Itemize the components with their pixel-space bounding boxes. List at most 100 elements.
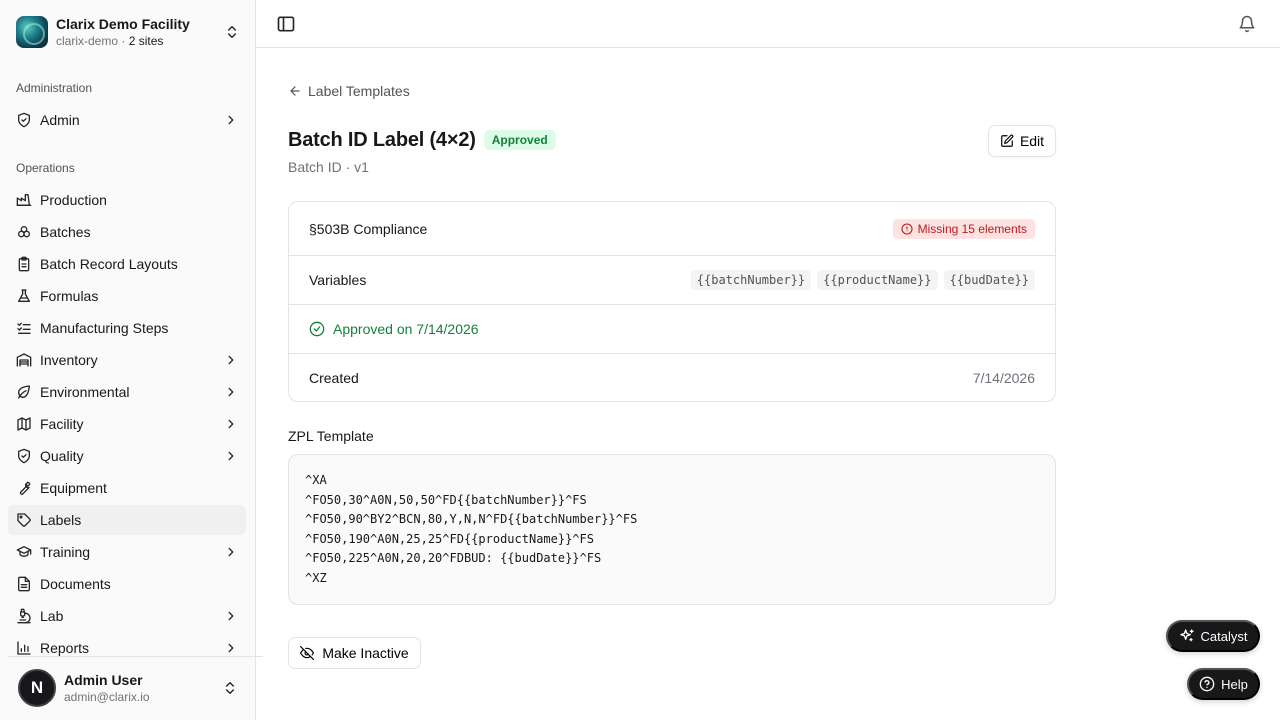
chevrons-up-down-icon: [228, 26, 236, 38]
shield-check-icon: [18, 112, 30, 128]
sidebar-item-documents[interactable]: Documents: [8, 569, 246, 599]
edit-button-label: Edit: [1019, 133, 1045, 149]
sidebar-item-label: Quality: [40, 448, 84, 464]
check-circle-icon: [309, 321, 325, 337]
file-text-icon: [18, 576, 30, 592]
sidebar-item-inventory[interactable]: Inventory: [8, 345, 246, 375]
variable-chip: {{productName}}: [817, 270, 938, 290]
catalyst-button[interactable]: Catalyst: [1166, 620, 1260, 652]
arrow-left-icon: [290, 86, 300, 96]
make-inactive-button[interactable]: Make Inactive: [288, 637, 421, 669]
variables-label: Variables: [309, 272, 367, 288]
created-row: Created 7/14/2026: [289, 354, 1055, 402]
sidebar-item-quality[interactable]: Quality: [8, 441, 246, 471]
back-link[interactable]: Label Templates: [288, 82, 410, 100]
zpl-code-block: ^XA ^FO50,30^A0N,50,50^FD{{batchNumber}}…: [288, 454, 1056, 605]
list-checks-icon: [17, 322, 31, 334]
tag-icon: [17, 513, 31, 527]
microscope-icon: [17, 608, 31, 624]
boxes-icon: [18, 226, 30, 238]
page-subtitle: Batch ID · v1: [288, 159, 369, 175]
make-inactive-label: Make Inactive: [322, 645, 409, 661]
sidebar-toggle-icon[interactable]: [276, 14, 296, 34]
sparkles-icon: [1179, 629, 1194, 642]
shield-check-icon: [18, 448, 30, 464]
user-email: admin@clarix.io: [64, 690, 150, 704]
sidebar-item-equipment[interactable]: Equipment: [8, 473, 246, 503]
edit-icon: [1001, 134, 1014, 147]
page-title: Batch ID Label (4×2): [288, 129, 476, 151]
chevron-right-icon: [228, 611, 234, 621]
flask-icon: [18, 289, 30, 302]
sidebar-item-batches[interactable]: Batches: [8, 217, 246, 247]
chevron-right-icon: [228, 451, 234, 461]
sidebar-item-manufacturing-steps[interactable]: Manufacturing Steps: [8, 313, 246, 343]
sidebar-item-admin[interactable]: Admin: [8, 105, 246, 135]
edit-button[interactable]: Edit: [988, 125, 1056, 157]
compliance-row: §503B Compliance Missing 15 elements: [289, 202, 1055, 256]
compliance-status: Missing 15 elements: [917, 221, 1027, 236]
sidebar-item-batch-record-layouts[interactable]: Batch Record Layouts: [8, 249, 246, 279]
org-subtitle: clarix-demo · 2 sites: [56, 33, 224, 49]
sidebar-item-label: Documents: [40, 576, 111, 592]
created-label: Created: [309, 370, 359, 386]
sidebar-item-label: Lab: [40, 608, 64, 624]
eye-off-icon: [300, 646, 315, 660]
zpl-heading: ZPL Template: [288, 428, 374, 444]
sidebar-item-labels[interactable]: Labels: [8, 505, 246, 535]
approval-row: Approved on 7/14/2026: [289, 305, 1055, 354]
sidebar: Clarix Demo Facility clarix-demo · 2 sit…: [0, 0, 263, 720]
zpl-line: ^FO50,190^A0N,25,25^FD{{productName}}^FS: [305, 531, 594, 546]
section-label-operations: Operations: [16, 161, 75, 175]
org-separator: ·: [118, 34, 129, 48]
sidebar-item-facility[interactable]: Facility: [8, 409, 246, 439]
sidebar-item-reports[interactable]: Reports: [8, 633, 246, 663]
zpl-line: ^FO50,90^BY2^BCN,80,Y,N,N^FD{{batchNumbe…: [305, 512, 638, 526]
zpl-line: ^FO50,225^A0N,20,20^FDBUD: {{budDate}}^F…: [305, 551, 602, 565]
sidebar-item-label: Batches: [40, 224, 91, 240]
sidebar-item-label: Admin: [40, 112, 80, 128]
details-card: §503B Compliance Missing 15 elements Var…: [288, 201, 1056, 402]
alert-circle-icon: [901, 222, 913, 235]
sidebar-item-label: Formulas: [40, 288, 99, 304]
factory-icon: [16, 194, 32, 206]
variable-chip: {{batchNumber}}: [690, 270, 812, 290]
chevron-right-icon: [228, 547, 234, 557]
compliance-badge: Missing 15 elements: [892, 218, 1035, 239]
approved-text: Approved on 7/14/2026: [333, 321, 479, 337]
sidebar-item-lab[interactable]: Lab: [8, 601, 246, 631]
chevron-right-icon: [228, 355, 234, 365]
status-badge: Approved: [483, 130, 556, 150]
title-row: Batch ID Label (4×2) Approved: [288, 127, 556, 153]
compliance-label: §503B Compliance: [309, 220, 428, 237]
back-link-label: Label Templates: [308, 83, 410, 99]
sidebar-item-formulas[interactable]: Formulas: [8, 281, 246, 311]
avatar: N: [18, 669, 56, 707]
help-button[interactable]: Help: [1187, 668, 1260, 700]
org-slug: clarix-demo: [56, 34, 119, 48]
sidebar-item-label: Environmental: [40, 384, 130, 400]
sidebar-item-production[interactable]: Production: [8, 185, 246, 215]
help-label: Help: [1221, 676, 1248, 692]
org-switcher[interactable]: Clarix Demo Facility clarix-demo · 2 sit…: [8, 8, 248, 56]
leaf-icon: [18, 385, 30, 399]
sidebar-footer-divider: [8, 656, 263, 657]
sidebar-item-label: Inventory: [40, 352, 98, 368]
wrench-icon: [19, 481, 31, 495]
map-icon: [17, 417, 31, 431]
clipboard-icon: [18, 256, 30, 272]
sidebar-item-environmental[interactable]: Environmental: [8, 377, 246, 407]
warehouse-icon: [16, 353, 32, 367]
chevron-right-icon: [228, 643, 234, 653]
sidebar-item-label: Training: [40, 544, 91, 560]
chevron-right-icon: [228, 115, 234, 125]
org-name: Clarix Demo Facility: [56, 16, 190, 32]
user-menu[interactable]: N Admin User admin@clarix.io: [8, 664, 248, 712]
chevron-right-icon: [228, 419, 234, 429]
org-logo: [16, 16, 48, 48]
bell-icon[interactable]: [1238, 15, 1256, 33]
sidebar-item-label: Production: [40, 192, 107, 208]
sidebar-item-training[interactable]: Training: [8, 537, 246, 567]
graduation-cap-icon: [16, 546, 32, 557]
created-date: 7/14/2026: [972, 370, 1035, 386]
